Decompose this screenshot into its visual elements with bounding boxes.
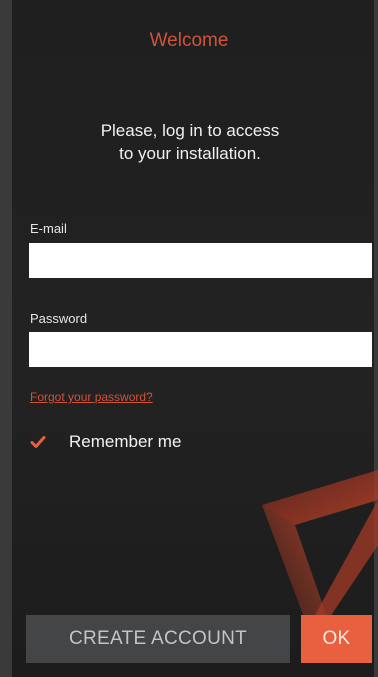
remember-me-label: Remember me — [69, 432, 182, 451]
ok-button[interactable]: OK — [301, 615, 372, 663]
login-screen: Welcome Please, log in to access to your… — [0, 0, 378, 677]
play-triangle-logo — [262, 470, 378, 628]
intro-text: Please, log in to access to your install… — [100, 121, 280, 163]
remember-me-checkbox[interactable] — [30, 434, 46, 450]
remember-me-row[interactable]: Remember me — [30, 432, 181, 452]
page-title: Welcome — [149, 30, 229, 51]
create-account-button[interactable]: CREATE ACCOUNT — [26, 615, 290, 663]
checkmark-icon — [30, 436, 46, 448]
email-field[interactable] — [29, 243, 372, 278]
password-label: Password — [30, 311, 88, 326]
email-label: E-mail — [30, 221, 67, 236]
forgot-password-link[interactable]: Forgot your password? — [30, 390, 153, 404]
password-field[interactable] — [29, 332, 372, 367]
